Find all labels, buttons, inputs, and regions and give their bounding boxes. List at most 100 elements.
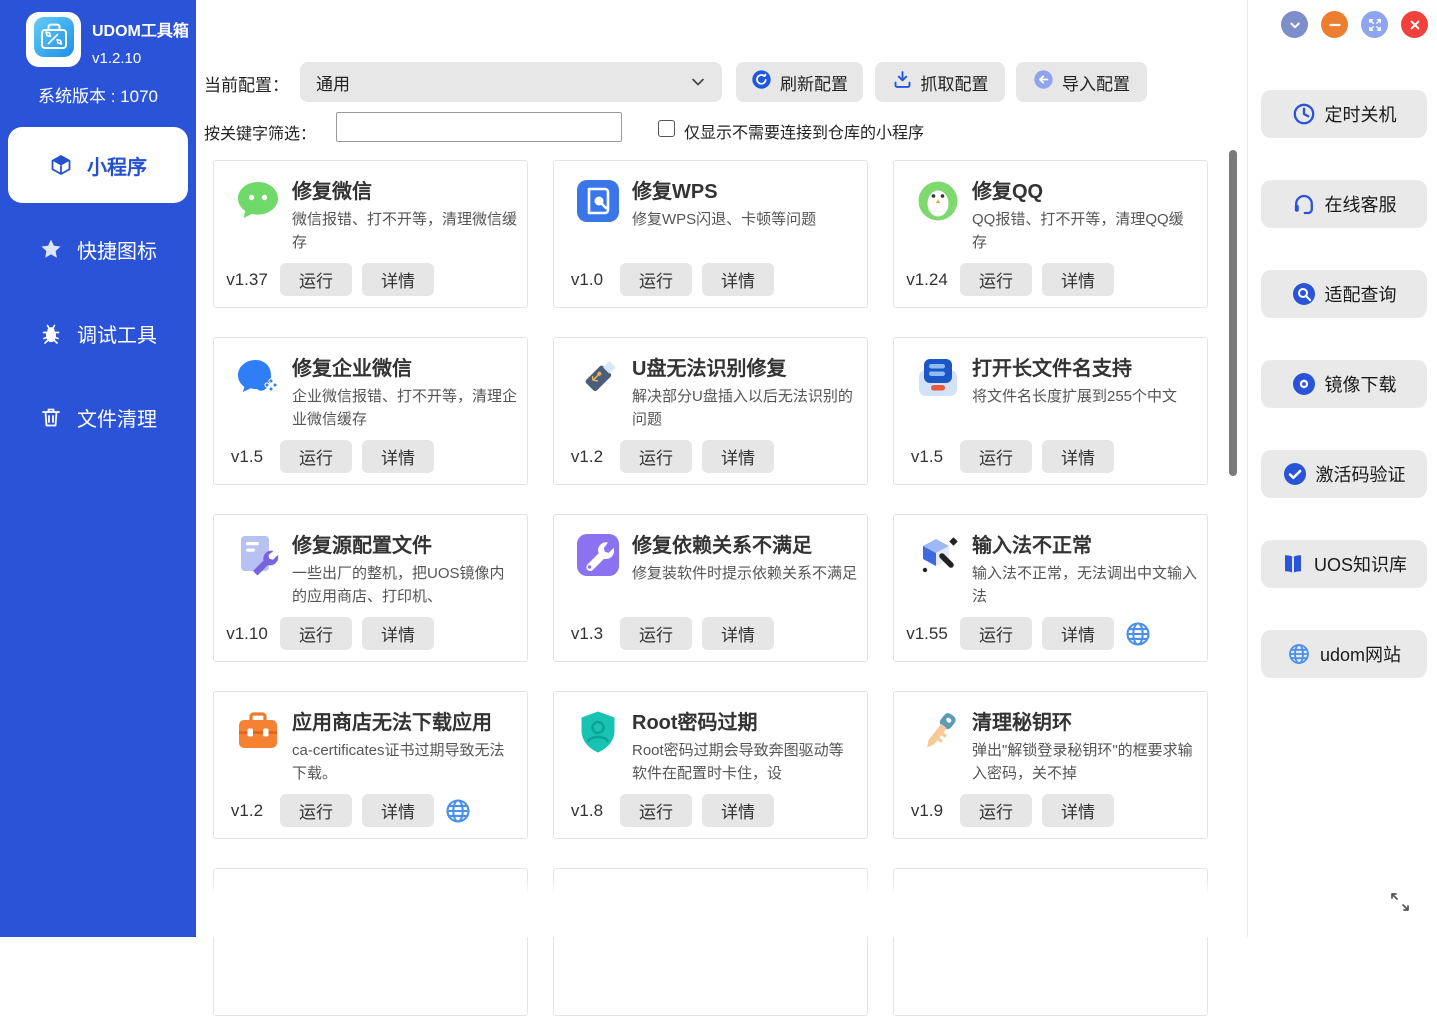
- detail-button[interactable]: 详情: [1042, 617, 1114, 650]
- right-panel-button[interactable]: 镜像下载: [1261, 360, 1427, 408]
- detail-button[interactable]: 详情: [702, 617, 774, 650]
- card-title: 修复WPS: [632, 175, 861, 204]
- disc-icon: [1292, 372, 1316, 396]
- globe-icon[interactable]: [1124, 620, 1152, 648]
- run-button[interactable]: 运行: [280, 617, 352, 650]
- detail-button[interactable]: 详情: [702, 440, 774, 473]
- sidebar-item[interactable]: 快捷图标: [8, 211, 188, 287]
- card-description: ca-certificates证书过期导致无法下载。: [292, 739, 517, 786]
- run-button[interactable]: 运行: [960, 617, 1032, 650]
- card-description: 弹出"解锁登录秘钥环"的框要求输入密码，关不掉: [972, 739, 1197, 786]
- card-version: v1.37: [214, 270, 280, 290]
- sidebar-item-label: 文件清理: [77, 403, 157, 432]
- right-panel-button-label: UOS知识库: [1314, 551, 1407, 577]
- import-config-button[interactable]: 导入配置: [1016, 62, 1147, 102]
- card-footer: v1.5 运行 详情: [214, 440, 527, 473]
- right-panel-button[interactable]: 在线客服: [1261, 180, 1427, 228]
- fetch-config-button[interactable]: 抓取配置: [875, 62, 1005, 102]
- main-content: 当前配置： 通用 刷新配置 抓取配置 导入配置 按关键字筛选： 仅显示不需要连接…: [196, 0, 1248, 937]
- repo-filter-checkbox[interactable]: [658, 120, 675, 137]
- right-panel-button-label: udom网站: [1320, 641, 1401, 667]
- window-control-maximize[interactable]: [1361, 11, 1388, 38]
- right-panel-button[interactable]: udom网站: [1261, 630, 1427, 678]
- config-label: 当前配置：: [204, 71, 289, 96]
- right-panel-button[interactable]: 定时关机: [1261, 90, 1427, 138]
- sidebar-item[interactable]: 调试工具: [8, 295, 188, 371]
- run-button[interactable]: 运行: [620, 440, 692, 473]
- resize-handle-icon[interactable]: [1385, 887, 1415, 917]
- right-panel: 定时关机 在线客服 适配查询 镜像下载 激活码验证 UOS知识库 udom网站: [1248, 0, 1437, 937]
- detail-button[interactable]: 详情: [1042, 263, 1114, 296]
- detail-button[interactable]: 详情: [362, 440, 434, 473]
- vertical-scrollbar[interactable]: [1229, 150, 1237, 476]
- card-title: 修复微信: [292, 175, 521, 204]
- filter-input[interactable]: [336, 112, 622, 142]
- card-footer: v1.0 运行 详情: [554, 263, 867, 296]
- app-card: U盘无法识别修复 解决部分U盘插入以后无法识别的问题 v1.2 运行 详情: [553, 337, 868, 485]
- app-title: UDOM工具箱: [92, 17, 189, 41]
- detail-button[interactable]: 详情: [1042, 794, 1114, 827]
- refresh-config-button[interactable]: 刷新配置: [736, 62, 863, 102]
- detail-button[interactable]: 详情: [1042, 440, 1114, 473]
- card-title: 输入法不正常: [972, 529, 1201, 558]
- search-circle-icon: [1292, 282, 1316, 306]
- sidebar-item[interactable]: 文件清理: [8, 379, 188, 455]
- refresh-icon: [751, 69, 772, 95]
- right-panel-button[interactable]: UOS知识库: [1261, 540, 1427, 588]
- left-sidebar: UDOM工具箱 v1.2.10 系统版本 : 1070 小程序 快捷图标 调试工…: [0, 0, 196, 937]
- detail-button[interactable]: 详情: [702, 263, 774, 296]
- run-button[interactable]: 运行: [280, 263, 352, 296]
- right-panel-button-label: 镜像下载: [1325, 371, 1397, 397]
- partial-card: [213, 868, 528, 1016]
- right-panel-button[interactable]: 适配查询: [1261, 270, 1427, 318]
- card-title: 修复企业微信: [292, 352, 521, 381]
- detail-button[interactable]: 详情: [362, 617, 434, 650]
- right-panel-button[interactable]: 激活码验证: [1261, 450, 1427, 498]
- card-title: 打开长文件名支持: [972, 352, 1201, 381]
- card-version: v1.55: [894, 624, 960, 644]
- card-description: Root密码过期会导致奔图驱动等软件在配置时卡住，设: [632, 739, 857, 786]
- card-version: v1.2: [554, 447, 620, 467]
- run-button[interactable]: 运行: [620, 617, 692, 650]
- run-button[interactable]: 运行: [960, 440, 1032, 473]
- globe-icon[interactable]: [444, 797, 472, 825]
- tray-icon: [914, 354, 962, 402]
- filter-label: 按关键字筛选：: [204, 120, 316, 144]
- detail-button[interactable]: 详情: [362, 794, 434, 827]
- system-version: 系统版本 : 1070: [0, 82, 196, 107]
- window-control-minimize[interactable]: [1321, 11, 1348, 38]
- card-grid: 修复微信 微信报错、打不开等，清理微信缓存 v1.37 运行 详情 修复WPS …: [213, 160, 1208, 1016]
- card-title: 修复依赖关系不满足: [632, 529, 861, 558]
- window-control-collapse[interactable]: [1281, 11, 1308, 38]
- card-description: 修复装软件时提示依赖关系不满足: [632, 562, 857, 585]
- right-panel-button-label: 激活码验证: [1316, 461, 1406, 487]
- usb-icon: [574, 354, 622, 402]
- run-button[interactable]: 运行: [280, 794, 352, 827]
- sidebar-item[interactable]: 小程序: [8, 127, 188, 203]
- import-config-label: 导入配置: [1062, 70, 1130, 95]
- cube3d-icon: [914, 531, 962, 579]
- shield-icon: [574, 708, 622, 756]
- card-title: 修复源配置文件: [292, 529, 521, 558]
- card-description: 一些出厂的整机，把UOS镜像内的应用商店、打印机、: [292, 562, 517, 609]
- card-description: 将文件名长度扩展到255个中文: [972, 385, 1197, 408]
- run-button[interactable]: 运行: [960, 794, 1032, 827]
- app-card: 应用商店无法下载应用 ca-certificates证书过期导致无法下载。 v1…: [213, 691, 528, 839]
- sidebar-nav: 小程序 快捷图标 调试工具 文件清理: [0, 127, 196, 463]
- window-control-close[interactable]: [1401, 11, 1428, 38]
- right-panel-buttons: 定时关机 在线客服 适配查询 镜像下载 激活码验证 UOS知识库 udom网站: [1261, 90, 1427, 678]
- config-dropdown[interactable]: 通用: [300, 62, 722, 102]
- run-button[interactable]: 运行: [620, 263, 692, 296]
- fetch-config-label: 抓取配置: [921, 70, 989, 95]
- globe-icon: [1287, 642, 1311, 666]
- detail-button[interactable]: 详情: [362, 263, 434, 296]
- card-footer: v1.9 运行 详情: [894, 794, 1207, 827]
- card-version: v1.24: [894, 270, 960, 290]
- briefcase-icon: [234, 708, 282, 756]
- run-button[interactable]: 运行: [280, 440, 352, 473]
- card-title: 清理秘钥环: [972, 706, 1201, 735]
- detail-button[interactable]: 详情: [702, 794, 774, 827]
- run-button[interactable]: 运行: [620, 794, 692, 827]
- run-button[interactable]: 运行: [960, 263, 1032, 296]
- card-footer: v1.3 运行 详情: [554, 617, 867, 650]
